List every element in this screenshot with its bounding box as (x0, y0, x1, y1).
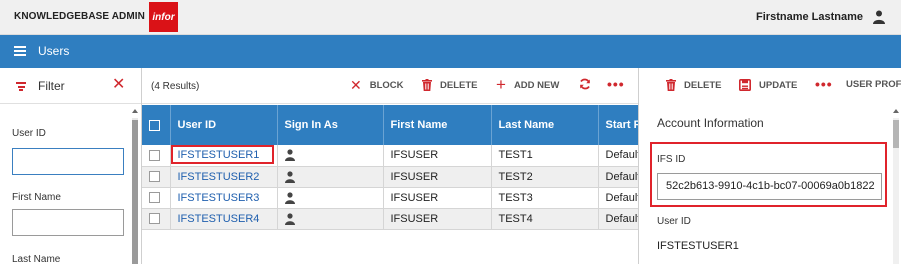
filter-scrollbar-thumb[interactable] (132, 120, 138, 264)
user-id-filter-label: User ID (12, 128, 46, 139)
ifs-id-field[interactable]: 52c2b613-9910-4c1b-bc07-00069a0b1822 (657, 173, 882, 200)
save-icon (739, 79, 751, 91)
app-switcher-label: KNOWLEDGEBASE ADMIN (14, 11, 145, 22)
highlight-box-user1 (171, 145, 274, 164)
detail-scrollbar-thumb[interactable] (893, 120, 899, 148)
user-id-label: User ID (657, 216, 691, 227)
column-header-user-id[interactable]: User ID (170, 105, 278, 145)
row-select-cell (142, 208, 171, 230)
sign-in-as-cell (277, 145, 384, 167)
sign-in-as-cell (277, 187, 384, 209)
column-header-first-name[interactable]: First Name (383, 105, 492, 145)
row-checkbox[interactable] (149, 192, 160, 204)
trash-icon (422, 79, 432, 91)
user-id-link[interactable]: IFSTESTUSER2 (170, 166, 278, 188)
scroll-up-arrow-icon[interactable] (132, 109, 138, 113)
app-switcher-dropdown[interactable]: KNOWLEDGEBASE ADMIN (14, 11, 159, 22)
row-select-cell (142, 145, 171, 167)
last-name-cell: TEST2 (491, 166, 599, 188)
more-options-icon[interactable]: ••• (815, 76, 833, 92)
first-name-filter-label: First Name (12, 192, 61, 203)
filter-header: Filter ✕ (0, 68, 141, 104)
detail-scrollbar[interactable] (893, 118, 899, 264)
infor-logo: infor (149, 2, 178, 32)
person-icon[interactable] (284, 191, 295, 204)
first-name-cell: IFSUSER (383, 145, 492, 167)
start-page-cell: Default (598, 166, 638, 188)
select-all-header (142, 105, 171, 145)
column-header-start-page[interactable]: Start P (598, 105, 638, 145)
select-all-checkbox[interactable] (149, 119, 160, 131)
person-icon[interactable] (284, 170, 295, 183)
detail-delete-button[interactable]: DELETE (666, 79, 721, 91)
update-button[interactable]: UPDATE (739, 79, 797, 91)
last-name-cell: TEST4 (491, 208, 599, 230)
user-profile-tab[interactable]: USER PROF (846, 79, 901, 90)
last-name-cell: TEST1 (491, 145, 599, 167)
user-detail-panel: DELETE UPDATE ••• USER PROF Account Info… (638, 68, 901, 264)
last-name-filter-label: Last Name (12, 254, 61, 264)
user-icon[interactable] (873, 10, 885, 24)
page-header: Users (0, 35, 901, 68)
column-header-sign-in-as[interactable]: Sign In As (277, 105, 384, 145)
plus-icon: + (496, 75, 506, 94)
table-row[interactable]: IFSTESTUSER3 IFSUSER TEST3 Default (142, 187, 638, 209)
block-button[interactable]: ✕ BLOCK (350, 77, 404, 93)
users-list-panel: (4 Results) ✕ BLOCK DELETE + ADD NEW •••… (142, 68, 638, 264)
sign-in-as-cell (277, 208, 384, 230)
trash-icon (666, 79, 676, 91)
user-id-value: IFSTESTUSER1 (657, 240, 739, 252)
page-title: Users (38, 44, 70, 58)
section-title: Account Information (657, 116, 764, 130)
more-options-icon[interactable]: ••• (607, 76, 625, 92)
scroll-up-arrow-icon[interactable] (893, 109, 899, 113)
row-checkbox[interactable] (149, 171, 160, 183)
start-page-cell: Default (598, 187, 638, 209)
row-checkbox[interactable] (149, 213, 160, 225)
filter-icon (16, 82, 26, 91)
results-count: (4 Results) (151, 81, 200, 92)
row-select-cell (142, 166, 171, 188)
close-icon[interactable]: ✕ (112, 77, 125, 93)
hamburger-menu-icon[interactable] (14, 46, 26, 56)
user-name[interactable]: Firstname Lastname (756, 11, 863, 23)
first-name-filter-input[interactable] (12, 209, 124, 236)
detail-toolbar: DELETE UPDATE ••• USER PROF (639, 68, 901, 104)
refresh-icon (580, 78, 590, 90)
start-page-cell: Default (598, 145, 638, 167)
table-header-row: User ID Sign In As First Name Last Name … (142, 105, 638, 145)
row-checkbox[interactable] (149, 149, 160, 161)
row-select-cell (142, 187, 171, 209)
person-icon[interactable] (284, 149, 295, 162)
first-name-cell: IFSUSER (383, 166, 492, 188)
delete-button[interactable]: DELETE (422, 79, 477, 91)
list-toolbar: (4 Results) ✕ BLOCK DELETE + ADD NEW ••• (142, 68, 638, 104)
close-icon: ✕ (350, 77, 362, 93)
person-icon[interactable] (284, 212, 295, 225)
user-id-filter-input[interactable] (12, 148, 124, 175)
sign-in-as-cell (277, 166, 384, 188)
first-name-cell: IFSUSER (383, 208, 492, 230)
table-row[interactable]: IFSTESTUSER2 IFSUSER TEST2 Default (142, 166, 638, 188)
filter-panel: Filter ✕ User ID First Name Last Name (0, 68, 142, 264)
add-new-button[interactable]: + ADD NEW (496, 75, 559, 94)
users-table: User ID Sign In As First Name Last Name … (142, 105, 638, 230)
table-row[interactable]: IFSTESTUSER4 IFSUSER TEST4 Default (142, 208, 638, 230)
first-name-cell: IFSUSER (383, 187, 492, 209)
filter-scrollbar[interactable] (132, 118, 138, 264)
start-page-cell: Default (598, 208, 638, 230)
top-bar: KNOWLEDGEBASE ADMIN infor Firstname Last… (0, 0, 901, 35)
refresh-button[interactable] (579, 78, 591, 90)
last-name-cell: TEST3 (491, 187, 599, 209)
column-header-last-name[interactable]: Last Name (491, 105, 599, 145)
filter-title: Filter (38, 79, 65, 93)
user-id-link[interactable]: IFSTESTUSER3 (170, 187, 278, 209)
user-id-link[interactable]: IFSTESTUSER4 (170, 208, 278, 230)
ifs-id-label: IFS ID (657, 154, 686, 165)
